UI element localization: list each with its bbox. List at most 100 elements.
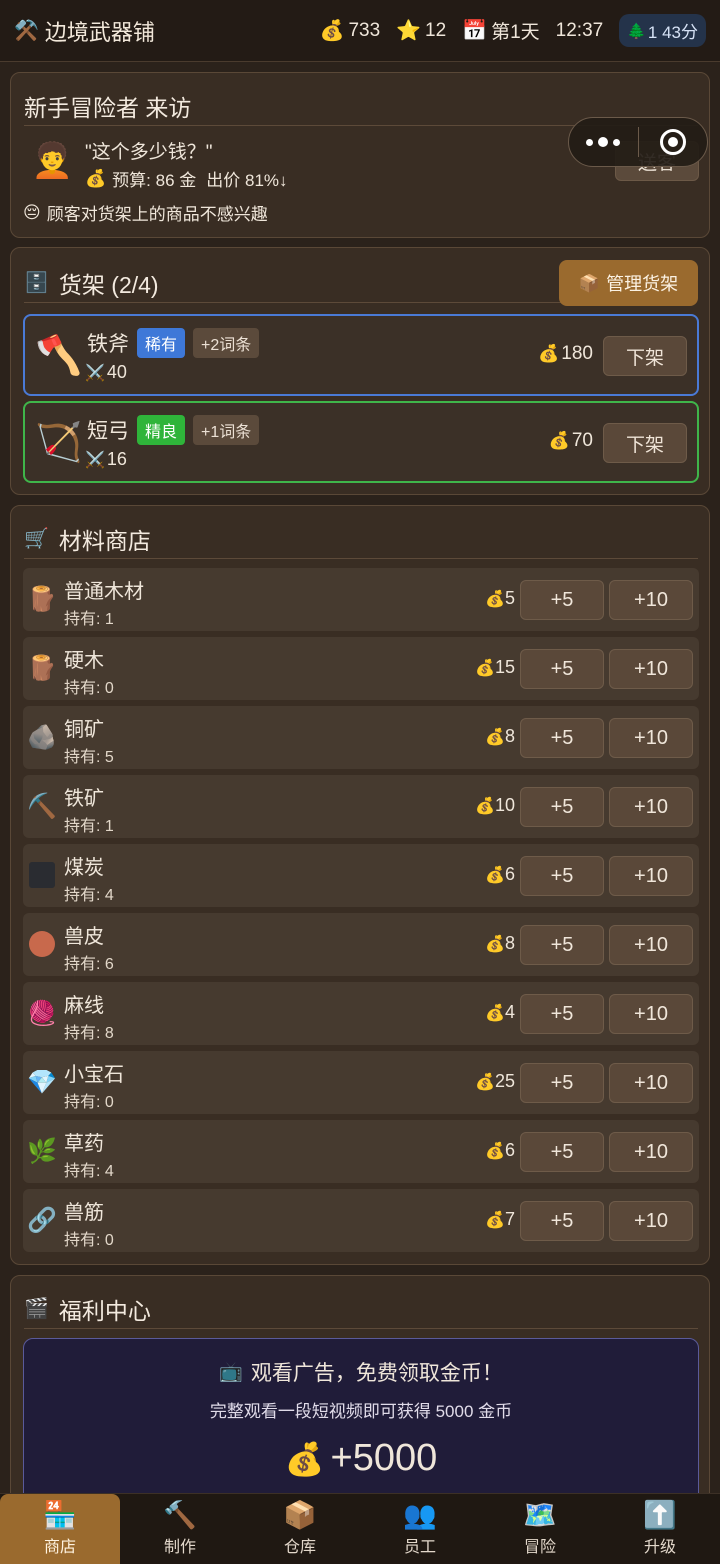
price-value: 6	[504, 1140, 515, 1160]
nav-warehouse[interactable]: 📦 仓库	[240, 1494, 360, 1564]
remove-from-shelf-button[interactable]: 下架	[603, 336, 687, 376]
buy-5-button[interactable]: +5	[520, 580, 604, 620]
material-name: 煤炭	[64, 857, 104, 879]
price-value: 5	[504, 588, 515, 608]
material-row-hide: 兽皮 持有: 6 💰 8 +5 +10	[23, 913, 699, 976]
buy-5-button[interactable]: +5	[520, 787, 604, 827]
remove-from-shelf-button[interactable]: 下架	[603, 423, 687, 463]
clapper-board-icon: 🎬	[24, 1298, 49, 1320]
affix-badge: +2词条	[193, 328, 260, 358]
material-name: 硬木	[64, 650, 104, 672]
stats-bar: 💰 733 ⭐ 12 📅 第1天 12:37 🌲 1 43分	[320, 14, 706, 47]
buy-10-button[interactable]: +10	[609, 994, 693, 1034]
material-owned: 持有: 4	[64, 1163, 114, 1180]
coal-icon	[27, 860, 57, 890]
material-row-coal: 煤炭 持有: 4 💰 6 +5 +10	[23, 844, 699, 907]
nav-adventure[interactable]: 🗺️ 冒险	[480, 1494, 600, 1564]
budget-value: 预算: 86 金	[112, 171, 197, 190]
log-icon: 🪵	[27, 654, 57, 682]
money-bag-icon: 💰	[485, 1004, 505, 1022]
shelf-item-axe[interactable]: 🪓 铁斧 稀有 +2词条 ⚔️ 40 💰 180 下架	[23, 314, 699, 396]
gold-stat: 💰 733	[320, 20, 381, 42]
money-bag-icon: 💰	[85, 169, 107, 188]
nav-staff[interactable]: 👥 员工	[360, 1494, 480, 1564]
buy-10-button[interactable]: +10	[609, 718, 693, 758]
material-owned: 持有: 5	[64, 749, 114, 766]
material-shop-panel: 🛒 材料商店 🪵 普通木材 持有: 1 💰 5 +5 +10 🪵 硬木 持有: 0…	[10, 505, 710, 1265]
material-row-herb: 🌿 草药 持有: 4 💰 6 +5 +10	[23, 1120, 699, 1183]
buy-10-button[interactable]: +10	[609, 1201, 693, 1241]
nav-shop[interactable]: 🏪 商店	[0, 1494, 120, 1564]
price-value: 180	[561, 343, 593, 364]
axe-icon: 🪓	[35, 335, 83, 377]
material-owned: 持有: 4	[64, 887, 114, 904]
material-price: 💰 6	[485, 864, 515, 885]
crossed-swords-icon: ⚔️	[85, 451, 105, 469]
material-price: 💰 10	[475, 795, 515, 816]
money-bag-icon: 💰	[475, 659, 495, 677]
material-price: 💰 6	[485, 1140, 515, 1161]
buy-10-button[interactable]: +10	[609, 580, 693, 620]
close-capsule-button[interactable]	[639, 118, 708, 166]
shelf-title: 货架 (2/4)	[58, 272, 159, 298]
buy-5-button[interactable]: +5	[520, 649, 604, 689]
shop-title: ⚒️ 边境武器铺	[14, 15, 155, 47]
crossed-tools-icon: ⚒️	[14, 19, 39, 42]
buy-10-button[interactable]: +10	[609, 925, 693, 965]
nav-craft[interactable]: 🔨 制作	[120, 1494, 240, 1564]
money-bag-icon: 💰	[475, 797, 495, 815]
shop-icon: 🏪	[43, 1499, 77, 1530]
day-value: 第1天	[491, 22, 540, 43]
manage-shelf-button[interactable]: 📦 管理货架	[559, 260, 698, 306]
material-row-small-gem: 💎 小宝石 持有: 0 💰 25 +5 +10	[23, 1051, 699, 1114]
attack-stat: ⚔️ 16	[85, 449, 127, 470]
buy-5-button[interactable]: +5	[520, 718, 604, 758]
buy-5-button[interactable]: +5	[520, 994, 604, 1034]
nav-label: 员工	[403, 1538, 436, 1556]
star-value: 12	[425, 19, 447, 41]
buy-5-button[interactable]: +5	[520, 856, 604, 896]
bottom-navigation: 🏪 商店 🔨 制作 📦 仓库 👥 员工 🗺️ 冒险 ⬆️ 升级	[0, 1493, 720, 1564]
price-value: 10	[494, 795, 515, 815]
material-row-hardwood: 🪵 硬木 持有: 0 💰 15 +5 +10	[23, 637, 699, 700]
tree-icon: 🌲	[627, 22, 646, 40]
ad-reward: 💰 +5000	[24, 1437, 698, 1480]
material-owned: 持有: 1	[64, 611, 114, 628]
buy-5-button[interactable]: +5	[520, 1132, 604, 1172]
box-icon: 📦	[283, 1499, 317, 1530]
buy-5-button[interactable]: +5	[520, 925, 604, 965]
buy-10-button[interactable]: +10	[609, 787, 693, 827]
money-bag-icon: 💰	[538, 344, 560, 363]
buy-10-button[interactable]: +10	[609, 856, 693, 896]
buy-5-button[interactable]: +5	[520, 1201, 604, 1241]
timer-badge[interactable]: 🌲 1 43分	[619, 14, 706, 47]
material-name: 铁矿	[64, 788, 104, 810]
more-menu-button[interactable]	[569, 118, 638, 166]
nav-label: 升级	[643, 1538, 676, 1556]
pickaxe-icon: ⛏️	[27, 792, 57, 820]
material-price: 💰 4	[485, 1002, 515, 1023]
buy-10-button[interactable]: +10	[609, 1132, 693, 1172]
material-row-hemp-thread: 🧶 麻线 持有: 8 💰 4 +5 +10	[23, 982, 699, 1045]
material-owned: 持有: 0	[64, 680, 114, 697]
welfare-title: 福利中心	[58, 1298, 151, 1324]
price-value: 8	[504, 726, 515, 746]
star-stat: ⭐ 12	[396, 20, 446, 42]
day-stat: 📅 第1天	[462, 17, 539, 44]
buy-5-button[interactable]: +5	[520, 1063, 604, 1103]
buy-10-button[interactable]: +10	[609, 649, 693, 689]
rarity-badge: 精良	[137, 415, 186, 445]
material-name: 草药	[64, 1133, 104, 1155]
nav-upgrade[interactable]: ⬆️ 升级	[600, 1494, 720, 1564]
shop-name: 边境武器铺	[44, 19, 155, 45]
buy-10-button[interactable]: +10	[609, 1063, 693, 1103]
item-name-row: 短弓 精良 +1词条	[87, 415, 260, 445]
people-icon: 👥	[403, 1499, 437, 1530]
shelf-item-bow[interactable]: 🏹 短弓 精良 +1词条 ⚔️ 16 💰 70 下架	[23, 401, 699, 483]
item-name: 短弓	[87, 420, 129, 443]
adventurer-avatar: 🧑‍🦱	[31, 142, 74, 180]
tv-icon: 📺	[219, 1362, 243, 1383]
item-name: 铁斧	[87, 333, 129, 356]
gold-value: 733	[348, 19, 381, 41]
money-bag-icon: 💰	[485, 1211, 505, 1229]
